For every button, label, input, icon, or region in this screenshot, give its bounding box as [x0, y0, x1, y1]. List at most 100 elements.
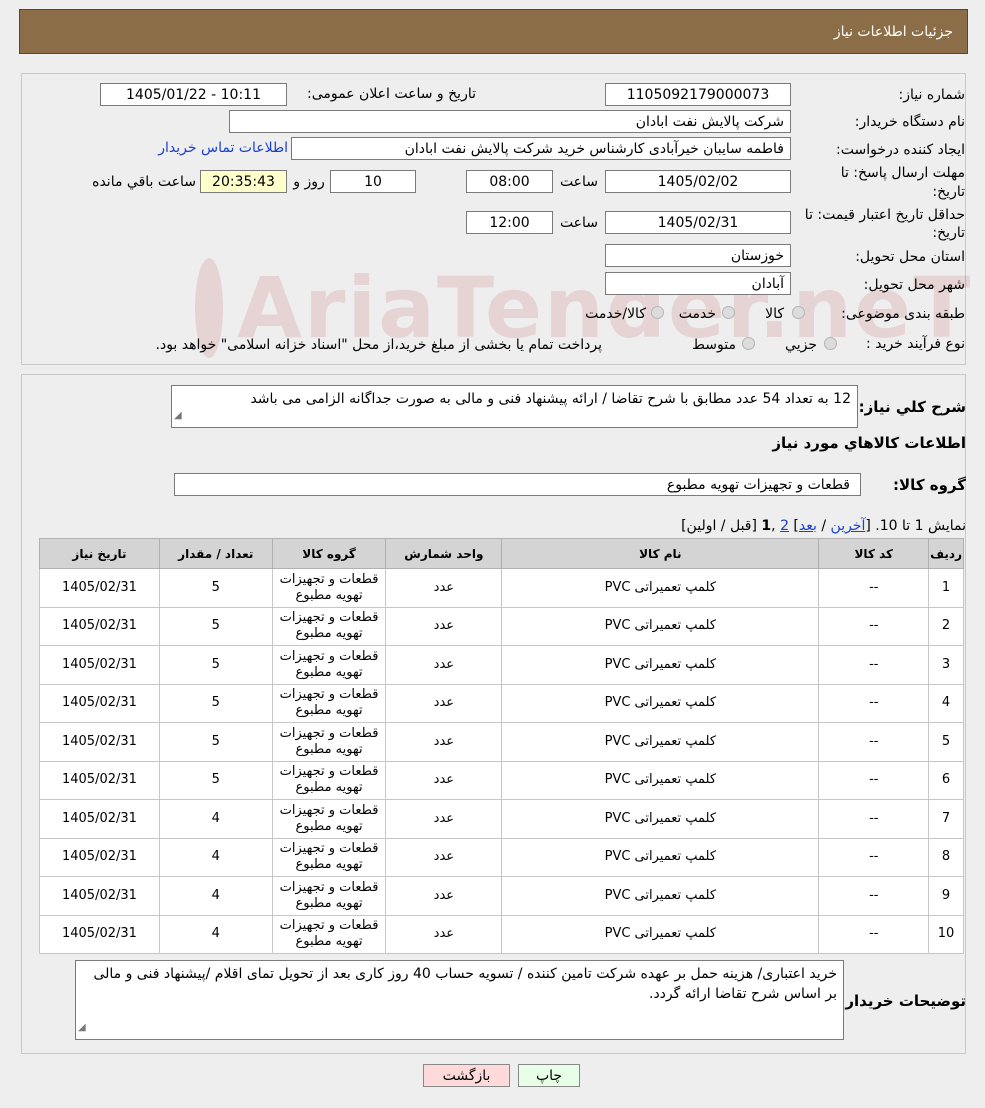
unit-cell: عدد — [385, 760, 503, 800]
category-label: طبقه بندی موضوعی: — [841, 306, 965, 322]
item-name-cell: کلمپ تعمیراتی PVC — [501, 876, 820, 916]
table-header-row: رديف کد کالا نام کالا واحد شمارش گروه کا… — [39, 538, 964, 569]
quantity-cell: 5 — [158, 606, 273, 646]
goods-section-title: اطلاعات کالاهاي مورد نياز — [772, 434, 966, 452]
need-number-field: 1105092179000073 — [605, 83, 791, 106]
province-label: استان محل تحویل: — [855, 249, 965, 265]
col-header-row-number: رديف — [928, 538, 964, 569]
paging-next-link[interactable]: بعد — [799, 518, 817, 534]
need-date-cell: 1405/02/31 — [39, 837, 160, 877]
row-number-cell: 7 — [928, 799, 964, 839]
need-date-cell: 1405/02/31 — [39, 914, 160, 954]
group-cell: قطعات و تجهیزات تهویه مطبوع — [271, 799, 387, 839]
unit-cell: عدد — [385, 914, 503, 954]
group-cell: قطعات و تجهیزات تهویه مطبوع — [271, 837, 387, 877]
quantity-cell: 4 — [158, 799, 273, 839]
price-validity-label: حداقل تاریخ اعتبار قیمت: تا — [804, 207, 965, 223]
need-date-cell: 1405/02/31 — [39, 760, 160, 800]
buyer-org-field: شرکت پالایش نفت ابادان — [229, 110, 791, 133]
unit-cell: عدد — [385, 722, 503, 762]
paging-page-2-link[interactable]: 2 — [780, 518, 789, 534]
table-row: 6 -- کلمپ تعمیراتی PVC عدد قطعات و تجهیزات ت… — [39, 760, 964, 800]
reply-deadline-time: 08:00 — [466, 170, 553, 193]
group-cell: قطعات و تجهیزات تهویه مطبوع — [271, 722, 387, 762]
table-row: 10 -- کلمپ تعمیراتی PVC عدد قطعات و تجهیزات … — [39, 914, 964, 954]
table-row: 8 -- کلمپ تعمیراتی PVC عدد قطعات و تجهیزات ت… — [39, 837, 964, 877]
unit-cell: عدد — [385, 799, 503, 839]
row-number-cell: 2 — [928, 606, 964, 646]
goods-group-label: گروه کالا: — [893, 476, 966, 494]
group-cell: قطعات و تجهیزات تهویه مطبوع — [271, 914, 387, 954]
price-validity-time: 12:00 — [466, 211, 553, 234]
quantity-cell: 5 — [158, 760, 273, 800]
resize-handle-icon[interactable]: ◢ — [78, 1018, 86, 1038]
table-row: 7 -- کلمپ تعمیراتی PVC عدد قطعات و تجهیزات ت… — [39, 799, 964, 839]
row-number-cell: 9 — [928, 876, 964, 916]
category-option-service: خدمت — [678, 306, 716, 322]
item-name-cell: کلمپ تعمیراتی PVC — [501, 914, 820, 954]
quantity-cell: 4 — [158, 914, 273, 954]
remaining-time: 20:35:43 — [200, 170, 287, 193]
group-cell: قطعات و تجهیزات تهویه مطبوع — [271, 683, 387, 723]
quantity-cell: 5 — [158, 722, 273, 762]
row-number-cell: 10 — [928, 914, 964, 954]
quantity-cell: 5 — [158, 645, 273, 685]
category-radio-both[interactable] — [651, 306, 664, 319]
paging-current-page: 1 — [761, 518, 772, 534]
need-date-cell: 1405/02/31 — [39, 722, 160, 762]
paging-last-link[interactable]: آخرین — [831, 518, 866, 534]
province-field: خوزستان — [605, 244, 791, 267]
remaining-label: ساعت باقي مانده — [92, 174, 196, 190]
row-number-cell: 1 — [928, 568, 964, 608]
category-radio-goods[interactable] — [792, 306, 805, 319]
announce-field: 1405/01/22 - 10:11 — [100, 83, 287, 106]
unit-cell: عدد — [385, 837, 503, 877]
item-code-cell: -- — [818, 568, 930, 608]
col-header-item-name: نام کالا — [501, 538, 820, 569]
back-button[interactable]: بازگشت — [423, 1064, 510, 1087]
table-row: 1 -- کلمپ تعمیراتی PVC عدد قطعات و تجهیزات ت… — [39, 568, 964, 608]
goods-table: رديف کد کالا نام کالا واحد شمارش گروه کا… — [39, 538, 964, 954]
group-cell: قطعات و تجهیزات تهویه مطبوع — [271, 568, 387, 608]
reply-deadline-label: مهلت ارسال پاسخ: تا — [840, 165, 965, 181]
group-cell: قطعات و تجهیزات تهویه مطبوع — [271, 876, 387, 916]
item-code-cell: -- — [818, 799, 930, 839]
buyer-contact-link[interactable]: اطلاعات تماس خریدار — [150, 140, 288, 156]
item-code-cell: -- — [818, 645, 930, 685]
unit-cell: عدد — [385, 876, 503, 916]
group-cell: قطعات و تجهیزات تهویه مطبوع — [271, 645, 387, 685]
row-number-cell: 8 — [928, 837, 964, 877]
unit-cell: عدد — [385, 683, 503, 723]
item-code-cell: -- — [818, 837, 930, 877]
group-cell: قطعات و تجهیزات تهویه مطبوع — [271, 760, 387, 800]
need-date-cell: 1405/02/31 — [39, 683, 160, 723]
item-code-cell: -- — [818, 914, 930, 954]
need-date-cell: 1405/02/31 — [39, 568, 160, 608]
buyer-notes-text: خرید اعتباری/ هزینه حمل بر عهده شرکت تام… — [93, 966, 837, 1002]
price-validity-label-2: تاریخ: — [932, 225, 965, 241]
need-number-label: شماره نیاز: — [898, 87, 966, 103]
page-header: جزئیات اطلاعات نیاز — [19, 9, 968, 54]
category-radio-service[interactable] — [722, 306, 735, 319]
validity-time-label: ساعت — [559, 215, 599, 231]
row-number-cell: 6 — [928, 760, 964, 800]
reply-deadline-label-2: تاریخ: — [932, 184, 965, 200]
col-header-item-code: کد کالا — [818, 538, 930, 569]
description-text: 12 به تعداد 54 عدد مطابق با شرح تقاضا / … — [250, 391, 851, 407]
item-code-cell: -- — [818, 683, 930, 723]
days-label: روز و — [293, 174, 325, 190]
item-code-cell: -- — [818, 760, 930, 800]
page-title: جزئیات اطلاعات نیاز — [833, 23, 953, 40]
col-header-unit: واحد شمارش — [385, 538, 503, 569]
process-radio-minor[interactable] — [824, 337, 837, 350]
price-validity-date: 1405/02/31 — [605, 211, 791, 234]
goods-group-field: قطعات و تجهیزات تهویه مطبوع — [174, 473, 861, 496]
table-row: 5 -- کلمپ تعمیراتی PVC عدد قطعات و تجهیزات ت… — [39, 722, 964, 762]
process-radio-medium[interactable] — [742, 337, 755, 350]
print-button[interactable]: چاپ — [518, 1064, 580, 1087]
item-name-cell: کلمپ تعمیراتی PVC — [501, 606, 820, 646]
resize-handle-icon[interactable]: ◢ — [174, 406, 182, 426]
need-date-cell: 1405/02/31 — [39, 876, 160, 916]
requester-field: فاطمه سایبان خیرآبادی کارشناس خرید شرکت … — [291, 137, 791, 160]
quantity-cell: 5 — [158, 568, 273, 608]
